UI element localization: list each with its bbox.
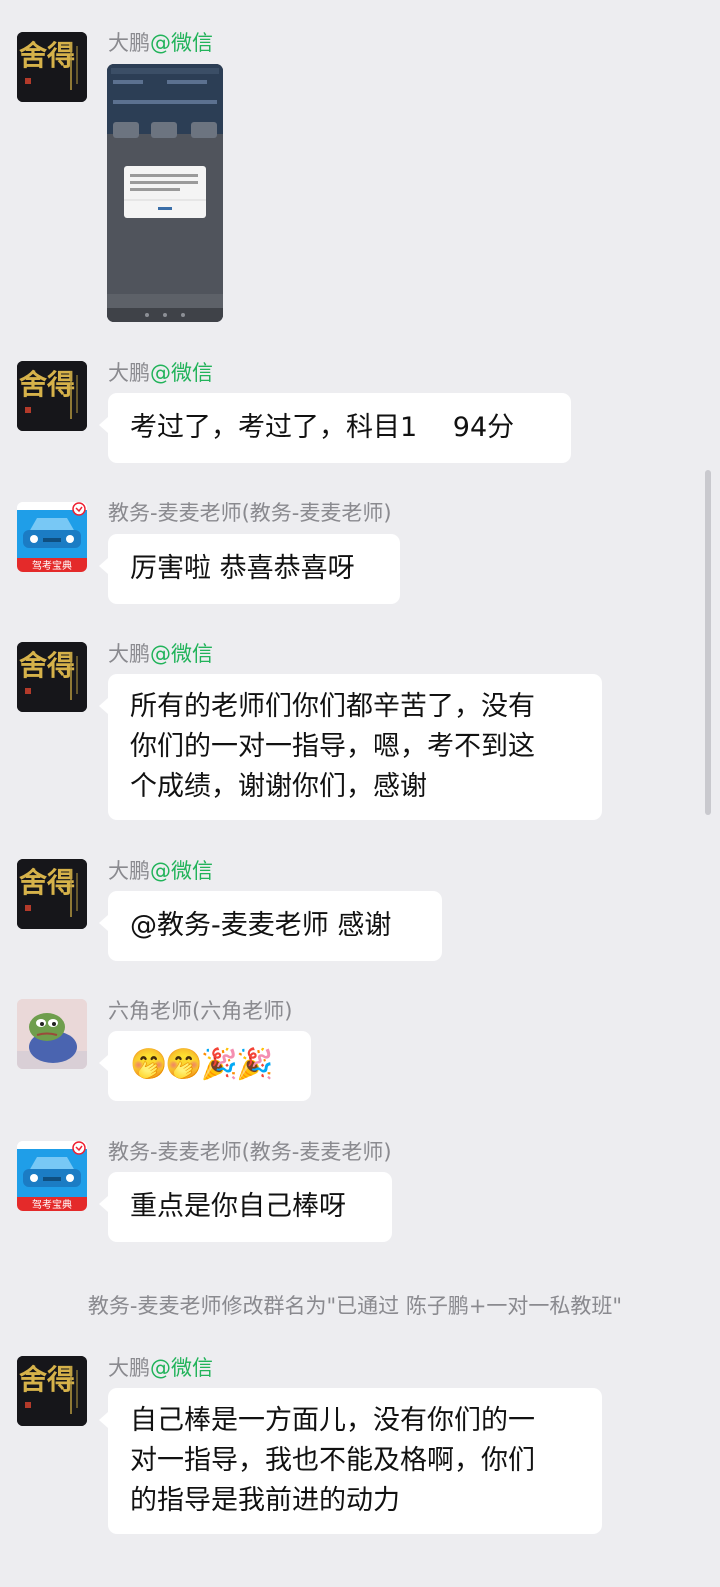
screenshot-image[interactable] <box>107 64 223 322</box>
sender-name: 六角老师(六角老师) <box>108 999 292 1023</box>
hand-over-mouth-emoji: 🤭 <box>130 1047 167 1082</box>
avatar-dapeng[interactable]: 舍得 <box>17 32 87 102</box>
sender-name-text: 大鹏 <box>108 361 150 385</box>
scrollbar[interactable] <box>705 470 711 815</box>
sender-name: 大鹏@微信 <box>108 1356 213 1380</box>
message-text: 考过了，考过了，科目1 94分 <box>130 412 515 443</box>
message-line: 你们的一对一指导，嗯，考不到这 <box>130 731 535 762</box>
shede-char-4: 舍得 <box>19 866 75 899</box>
wechat-tag: @微信 <box>150 859 213 883</box>
sender-name: 大鹏@微信 <box>108 361 213 385</box>
message-line: 所有的老师们你们都辛苦了，没有 <box>130 691 535 722</box>
message-bubble[interactable]: 所有的老师们你们都辛苦了，没有 你们的一对一指导，嗯，考不到这 个成绩，谢谢你们… <box>99 674 602 820</box>
sender-name: 教务-麦麦老师(教务-麦麦老师) <box>108 501 392 525</box>
wechat-tag: @微信 <box>150 642 213 666</box>
message-bubble[interactable]: 重点是你自己棒呀 <box>99 1172 392 1242</box>
car-badge-text: 驾考宝典 <box>32 559 72 572</box>
message-text: @教务-麦麦老师 感谢 <box>130 910 392 941</box>
message-line: 个成绩，谢谢你们，感谢 <box>130 771 427 802</box>
avatar-liujiao-frog[interactable] <box>17 999 87 1069</box>
message-bubble[interactable]: @教务-麦麦老师 感谢 <box>99 891 442 961</box>
wechat-tag: @微信 <box>150 31 213 55</box>
sender-name-text: 大鹏 <box>108 31 150 55</box>
shede-char-2: 舍得 <box>19 368 75 401</box>
avatar-jiaokao-car[interactable]: 驾考宝典 <box>17 1141 87 1211</box>
hand-over-mouth-emoji: 🤭 <box>165 1047 202 1082</box>
wechat-tag: @微信 <box>150 361 213 385</box>
sender-name-text: 大鹏 <box>108 642 150 666</box>
message-line: 的指导是我前进的动力 <box>130 1485 400 1516</box>
shede-char-5: 舍得 <box>19 1363 75 1396</box>
sender-name: 教务-麦麦老师(教务-麦麦老师) <box>108 1140 392 1164</box>
message-line: 自己棒是一方面儿，没有你们的一 <box>130 1405 535 1436</box>
sender-name: 大鹏@微信 <box>108 642 213 666</box>
sender-name: 大鹏@微信 <box>108 31 213 55</box>
avatar-dapeng[interactable]: 舍得 <box>17 1356 87 1426</box>
message-line: 对一指导，我也不能及格啊，你们 <box>130 1445 535 1476</box>
system-notice: 教务-麦麦老师修改群名为"已通过 陈子鹏+一对一私教班" <box>87 1294 623 1318</box>
sender-name: 大鹏@微信 <box>108 859 213 883</box>
car-badge-text: 驾考宝典 <box>32 1198 72 1211</box>
avatar-dapeng[interactable]: 舍得 <box>17 859 87 929</box>
wechat-tag: @微信 <box>150 1356 213 1380</box>
message-bubble[interactable]: 厉害啦 恭喜恭喜呀 <box>99 534 400 604</box>
message-text: 重点是你自己棒呀 <box>130 1191 346 1222</box>
party-popper-emoji: 🎉 <box>236 1047 273 1082</box>
message-text: 厉害啦 恭喜恭喜呀 <box>130 553 355 584</box>
sender-name-text: 教务-麦麦老师(教务-麦麦老师) <box>108 1140 392 1164</box>
shede-char-1: 舍得 <box>19 39 75 72</box>
sender-name-text: 教务-麦麦老师(教务-麦麦老师) <box>108 501 392 525</box>
message-bubble[interactable]: 🤭🤭🎉🎉 <box>99 1031 311 1101</box>
party-popper-emoji: 🎉 <box>200 1047 238 1082</box>
sender-name-text: 大鹏 <box>108 859 150 883</box>
sender-name-text: 六角老师(六角老师) <box>108 999 293 1023</box>
message-bubble[interactable]: 考过了，考过了，科目1 94分 <box>99 393 571 463</box>
avatar-dapeng[interactable]: 舍得 <box>17 361 87 431</box>
avatar-dapeng[interactable]: 舍得 <box>17 642 87 712</box>
message-bubble[interactable]: 自己棒是一方面儿，没有你们的一 对一指导，我也不能及格啊，你们 的指导是我前进的… <box>99 1388 602 1534</box>
avatar-jiaokao-car[interactable]: 驾考宝典 <box>17 502 87 572</box>
sender-name-text: 大鹏 <box>108 1356 150 1380</box>
shede-char-3: 舍得 <box>19 649 75 682</box>
